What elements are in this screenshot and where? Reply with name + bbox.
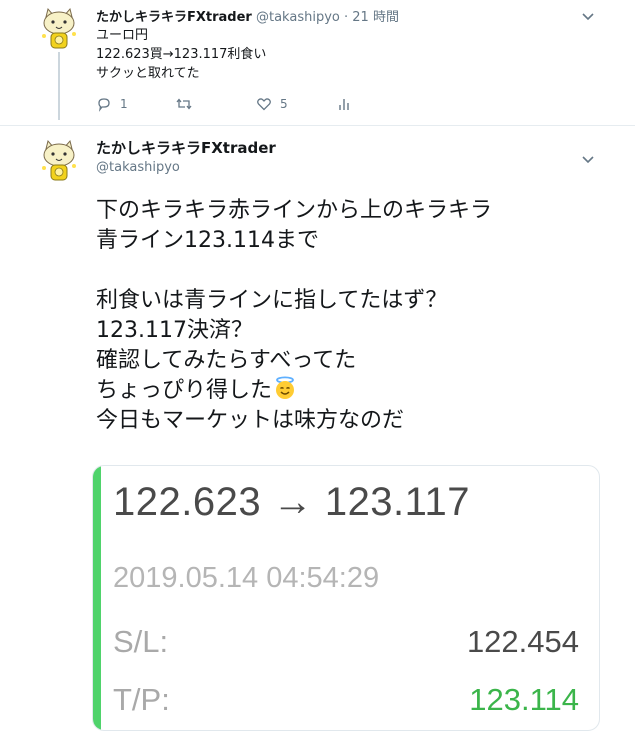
heart-icon: [256, 96, 272, 112]
thread-connector: [58, 52, 60, 120]
tweet-line: 確認してみたらすべってた: [96, 348, 357, 373]
display-name[interactable]: たかしキラキラFXtrader: [96, 137, 276, 158]
tweet-line: 利食いは青ラインに指してたはず？: [96, 288, 448, 313]
tweet-line-with-emoji: ちょっぴり得した: [96, 376, 616, 406]
reply-count: 1: [120, 97, 128, 111]
tweet1-header: たかしキラキラFXtrader @takashipyo · 21 時間: [96, 6, 399, 25]
chevron-down-icon[interactable]: [582, 156, 594, 164]
chevron-down-icon[interactable]: [582, 13, 594, 21]
reply-icon: [96, 96, 112, 112]
reply-button[interactable]: 1: [96, 96, 128, 112]
retweet-button[interactable]: [176, 96, 200, 112]
analytics-button[interactable]: [336, 96, 352, 112]
timestamp[interactable]: 21 時間: [352, 10, 399, 25]
trade-prices: 122.623 → 123.117: [113, 480, 470, 524]
tweet-line: 122.623買→123.117利食い: [96, 47, 267, 62]
tp-value: 123.114: [469, 682, 579, 717]
tweet-line: サクッと取れてた: [96, 66, 200, 81]
sl-value: 122.454: [466, 624, 579, 659]
separator: ·: [343, 10, 349, 25]
tweet1-text: ユーロ円 122.623買→123.117利食い サクッと取れてた: [96, 26, 266, 83]
tweet-line: 123.117決済？: [96, 318, 253, 343]
like-count: 5: [280, 97, 288, 111]
display-name[interactable]: たかしキラキラFXtrader: [96, 10, 252, 25]
avatar[interactable]: [36, 138, 82, 184]
tweet-line: 下のキラキラ赤ラインから上のキラキラ: [96, 198, 493, 223]
tweet-line: 今日もマーケットは味方なのだ: [96, 408, 405, 433]
like-button[interactable]: 5: [256, 96, 288, 112]
tweet-line-text: ちょっぴり得した: [96, 378, 273, 403]
attached-image-trade-card[interactable]: 122.623 → 123.117 2019.05.14 04:54:29 S/…: [92, 465, 600, 731]
tweet-divider: [0, 125, 635, 126]
tp-label: T/P:: [113, 682, 170, 717]
sl-label: S/L:: [113, 624, 169, 659]
handle[interactable]: @takashipyo: [96, 160, 180, 175]
trade-datetime: 2019.05.14 04:54:29: [113, 562, 380, 594]
avatar[interactable]: [36, 6, 82, 52]
smiling-face-with-halo-icon: [273, 376, 297, 400]
tweet-line: ユーロ円: [96, 28, 149, 43]
tweet2-text: 下のキラキラ赤ラインから上のキラキラ 青ライン123.114まで 利食いは青ライ…: [96, 196, 616, 436]
accent-bar: [93, 466, 101, 730]
analytics-icon: [336, 96, 352, 112]
handle[interactable]: @takashipyo: [256, 10, 340, 25]
tweet-line: 青ライン123.114まで: [96, 228, 319, 253]
retweet-icon: [176, 96, 192, 112]
